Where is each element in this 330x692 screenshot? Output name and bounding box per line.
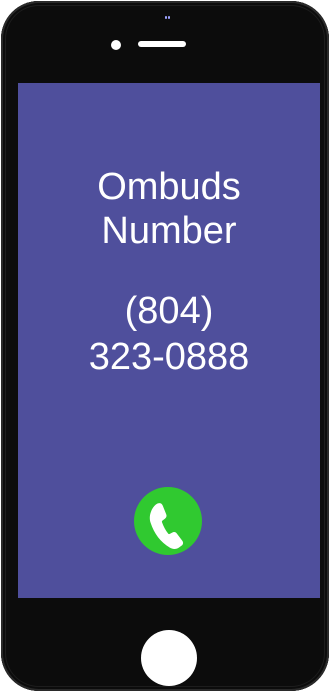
phone-handset-icon — [149, 503, 184, 550]
phone-number: (804) 323-0888 — [18, 288, 320, 380]
home-button[interactable] — [141, 630, 197, 686]
contact-name-line-1: Ombuds — [97, 166, 241, 208]
earpiece-speaker — [138, 41, 186, 47]
phone-number-area-code: (804) — [124, 290, 214, 332]
proximity-sensor — [165, 16, 171, 19]
call-button[interactable] — [134, 487, 202, 555]
phone-device: Ombuds Number (804) 323-0888 — [1, 1, 329, 691]
contact-name: Ombuds Number — [18, 165, 320, 253]
front-camera — [111, 40, 121, 50]
contact-name-line-2: Number — [101, 210, 237, 252]
phone-screen: Ombuds Number (804) 323-0888 — [18, 83, 320, 598]
phone-number-local: 323-0888 — [88, 336, 250, 378]
